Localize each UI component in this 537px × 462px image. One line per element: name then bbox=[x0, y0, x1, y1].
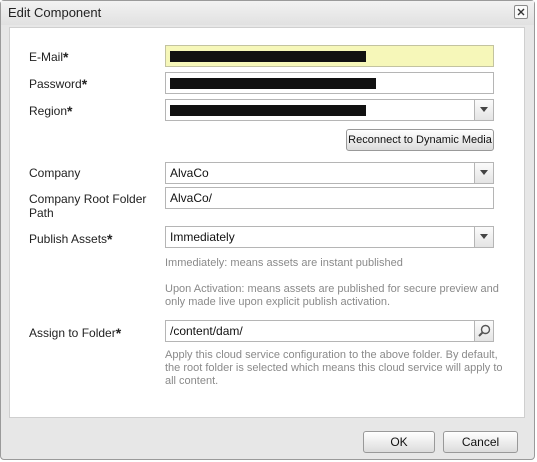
close-icon[interactable] bbox=[514, 5, 528, 19]
edit-component-dialog: Edit Component E-Mail* Password* Region* bbox=[0, 0, 535, 460]
required-marker: * bbox=[67, 103, 73, 119]
company-value: AlvaCo bbox=[170, 166, 209, 180]
publish-assets-label-text: Publish Assets bbox=[29, 232, 108, 246]
assign-folder-value: /content/dam/ bbox=[170, 324, 243, 338]
region-select[interactable] bbox=[165, 99, 494, 121]
password-label-text: Password bbox=[29, 77, 82, 91]
email-label-text: E-Mail bbox=[29, 50, 64, 64]
form-panel: E-Mail* Password* Region* Reconnect to D… bbox=[9, 27, 525, 418]
region-label: Region* bbox=[29, 103, 72, 118]
required-marker: * bbox=[81, 76, 88, 92]
chevron-down-icon[interactable] bbox=[474, 100, 493, 120]
required-marker: * bbox=[63, 49, 69, 65]
region-label-text: Region bbox=[29, 104, 68, 118]
email-field[interactable] bbox=[165, 45, 494, 67]
redacted-password bbox=[170, 78, 376, 89]
publish-assets-label: Publish Assets* bbox=[29, 231, 113, 246]
email-label: E-Mail* bbox=[29, 49, 68, 64]
publish-assets-value: Immediately bbox=[170, 230, 235, 244]
search-icon[interactable] bbox=[474, 321, 493, 341]
reconnect-dynamic-media-button[interactable]: Reconnect to Dynamic Media bbox=[346, 129, 494, 151]
redacted-region bbox=[170, 105, 366, 116]
password-field[interactable] bbox=[165, 72, 494, 94]
publish-immediately-help: Immediately: means assets are instant pu… bbox=[165, 257, 403, 269]
company-root-label: Company Root Folder Path bbox=[29, 192, 147, 220]
dialog-title: Edit Component bbox=[8, 5, 102, 20]
redacted-email bbox=[170, 51, 366, 62]
chevron-down-icon[interactable] bbox=[474, 163, 493, 183]
company-label: Company bbox=[29, 166, 81, 180]
assign-folder-label-text: Assign to Folder bbox=[29, 326, 116, 340]
assign-folder-help: Apply this cloud service configuration t… bbox=[165, 349, 503, 387]
publish-assets-select[interactable]: Immediately bbox=[165, 226, 494, 248]
assign-folder-field[interactable]: /content/dam/ bbox=[165, 320, 494, 342]
publish-upon-activation-help: Upon Activation: means assets are publis… bbox=[165, 283, 499, 308]
required-marker: * bbox=[115, 325, 122, 341]
ok-button[interactable]: OK bbox=[363, 431, 435, 453]
company-root-value: AlvaCo/ bbox=[170, 191, 213, 205]
company-select[interactable]: AlvaCo bbox=[165, 162, 494, 184]
dialog-titlebar[interactable]: Edit Component bbox=[1, 1, 534, 25]
password-label: Password* bbox=[29, 76, 87, 91]
company-root-field[interactable]: AlvaCo/ bbox=[165, 187, 494, 209]
cancel-button[interactable]: Cancel bbox=[443, 431, 518, 453]
required-marker: * bbox=[107, 231, 113, 247]
chevron-down-icon[interactable] bbox=[474, 227, 493, 247]
assign-folder-label: Assign to Folder* bbox=[29, 325, 121, 340]
